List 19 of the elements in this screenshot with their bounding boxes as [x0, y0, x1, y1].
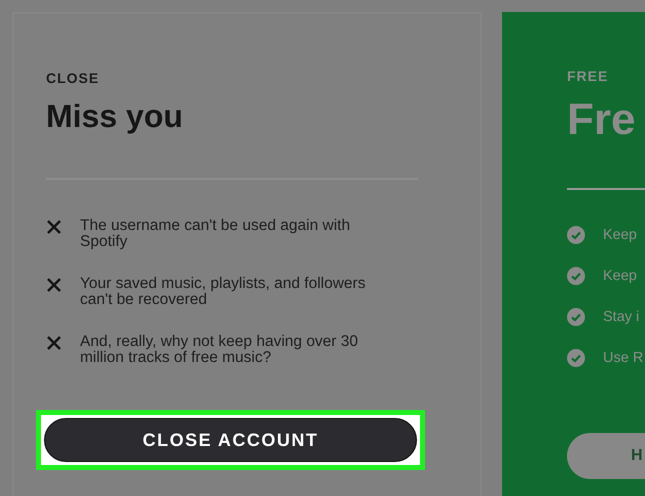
- close-icon: [46, 219, 62, 235]
- feature-text: Keep: [603, 227, 637, 243]
- close-icon: [46, 335, 62, 351]
- card-eyebrow: FREE: [567, 68, 610, 84]
- consequence-text: And, really, why not keep having over 30 million tracks of free music?: [80, 334, 360, 366]
- consequence-text: The username can't be used again with Spotify: [80, 218, 352, 250]
- check-circle-icon: [567, 267, 585, 285]
- check-circle-icon: [567, 308, 585, 326]
- card-eyebrow: CLOSE: [46, 70, 100, 86]
- check-circle-icon: [567, 226, 585, 244]
- close-account-button[interactable]: CLOSE ACCOUNT: [44, 418, 417, 462]
- feature-text: Keep: [603, 268, 637, 284]
- feature-text: Stay i: [603, 309, 640, 325]
- check-circle-icon: [567, 349, 585, 367]
- consequence-text: Your saved music, playlists, and followers can't be recovered: [80, 276, 366, 308]
- card-title: Fre: [567, 98, 636, 142]
- feature-text: Use R: [603, 350, 644, 366]
- card-title: Miss you: [46, 100, 184, 132]
- close-icon: [46, 277, 62, 293]
